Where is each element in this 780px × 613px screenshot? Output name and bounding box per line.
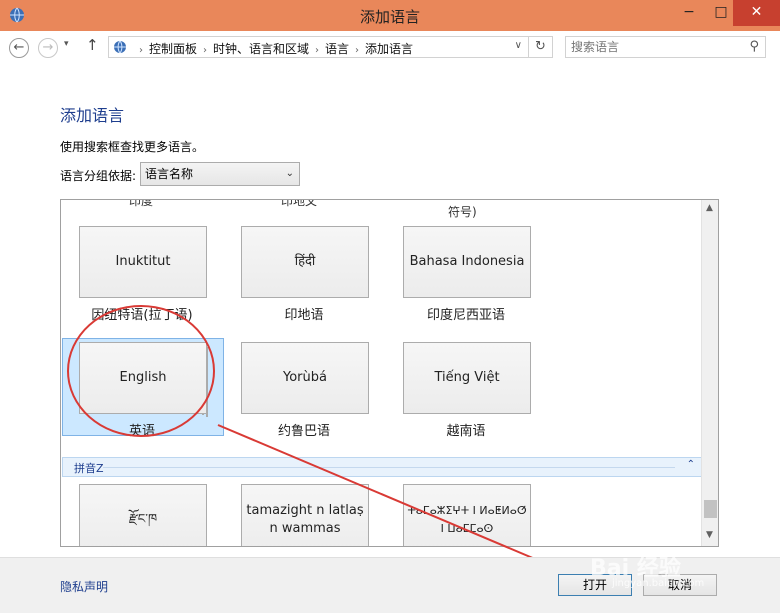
language-name: 约鲁巴语	[277, 424, 330, 439]
partial-language-name: 印度	[129, 199, 154, 208]
partial-language-name: 符号)	[448, 205, 477, 219]
group-by-value: 语言名称	[145, 167, 194, 181]
breadcrumb-separator[interactable]: ›	[355, 45, 359, 56]
language-tile-tamazight-tifinagh[interactable]: ⵜⴰⵎⴰⵣⵉⵖⵜ ⵏ ⵍⴰⵟⵍⴰⵚ ⵏ ⵡⴰⵎⵎⴰⵙ	[386, 484, 546, 546]
group-by-select[interactable]: 语言名称 ⌄	[140, 162, 300, 186]
language-native-name: tamazight n latlaṣ n wammas	[241, 484, 369, 546]
search-box[interactable]: ⚲	[565, 36, 766, 58]
chevron-up-icon[interactable]: ⌃	[687, 459, 695, 470]
language-tile-dzongkha[interactable]: རྫོང་ཁ	[62, 484, 222, 546]
privacy-link[interactable]: 隐私声明	[60, 578, 108, 595]
search-input[interactable]	[566, 37, 736, 57]
forward-button[interactable]: →	[38, 38, 58, 58]
minimize-button[interactable]: −	[672, 0, 706, 26]
language-tile-hindi[interactable]: हिंदी 印地语	[224, 226, 384, 336]
partial-language-name: 印地文	[281, 199, 318, 208]
breadcrumb-language[interactable]: 语言	[325, 42, 349, 56]
navigation-bar: ← → ▾ ↑ › 控制面板 › 时钟、语言和区域 › 语言 › 添加语言 ∨ ↻ ⚲	[0, 31, 780, 63]
refresh-button[interactable]: ↻	[529, 36, 553, 58]
language-name: 印度尼西亚语	[426, 308, 505, 323]
language-tile-tamazight-latin[interactable]: tamazight n latlaṣ n wammas	[224, 484, 384, 546]
breadcrumb-add-language[interactable]: 添加语言	[365, 42, 413, 56]
language-native-name: རྫོང་ཁ	[79, 484, 207, 546]
breadcrumb-clock-language-region[interactable]: 时钟、语言和区域	[213, 42, 309, 56]
language-name: 越南语	[446, 424, 486, 439]
scroll-down-icon[interactable]: ▼	[706, 530, 713, 540]
window-title: 添加语言	[359, 8, 420, 26]
breadcrumb-separator: ›	[139, 45, 143, 56]
language-native-name: Bahasa Indonesia	[403, 226, 531, 298]
breadcrumb: › 控制面板 › 时钟、语言和区域 › 语言 › 添加语言	[133, 40, 413, 57]
language-tile-vietnamese[interactable]: Tiếng Việt 越南语	[386, 342, 546, 452]
language-tile-yoruba[interactable]: Yorùbá 约鲁巴语	[224, 342, 384, 452]
breadcrumb-separator[interactable]: ›	[203, 45, 207, 56]
recent-locations-button[interactable]: ▾	[64, 39, 69, 49]
address-dropdown-icon[interactable]: ∨	[515, 40, 522, 51]
title-bar: 添加语言 − □ ✕	[0, 0, 780, 31]
section-header-z[interactable]: 拼音Z ⌃	[62, 457, 702, 477]
address-bar[interactable]: › 控制面板 › 时钟、语言和区域 › 语言 › 添加语言 ∨	[108, 36, 529, 58]
scroll-up-icon[interactable]: ▲	[706, 203, 713, 213]
chevron-down-icon: ⌄	[285, 168, 294, 179]
baidu-watermark-url: jingyan.baidu.com	[612, 578, 705, 589]
breadcrumb-control-panel[interactable]: 控制面板	[149, 42, 197, 56]
language-name: 印地语	[284, 308, 324, 323]
group-by-label: 语言分组依据:	[60, 169, 137, 183]
vertical-scrollbar[interactable]: ▲ ▼	[701, 200, 718, 546]
language-native-name: Tiếng Việt	[403, 342, 531, 414]
section-label: 拼音Z	[74, 462, 104, 475]
close-button[interactable]: ✕	[733, 0, 780, 26]
up-button[interactable]: ↑	[86, 36, 99, 54]
language-native-name: Inuktitut	[79, 226, 207, 298]
control-panel-icon	[114, 40, 126, 54]
annotation-circle	[67, 305, 215, 437]
page-title: 添加语言	[60, 106, 125, 125]
scroll-thumb[interactable]	[704, 500, 717, 518]
language-native-name: Yorùbá	[241, 342, 369, 414]
language-native-name: हिंदी	[241, 226, 369, 298]
search-hint: 使用搜索框查找更多语言。	[60, 140, 205, 154]
back-button[interactable]: ←	[9, 38, 29, 58]
breadcrumb-separator[interactable]: ›	[315, 45, 319, 56]
section-divider	[103, 467, 675, 468]
language-tile-indonesian[interactable]: Bahasa Indonesia 印度尼西亚语	[386, 226, 546, 336]
language-native-name: ⵜⴰⵎⴰⵣⵉⵖⵜ ⵏ ⵍⴰⵟⵍⴰⵚ ⵏ ⵡⴰⵎⵎⴰⵙ	[403, 484, 531, 546]
search-icon[interactable]: ⚲	[749, 39, 759, 54]
